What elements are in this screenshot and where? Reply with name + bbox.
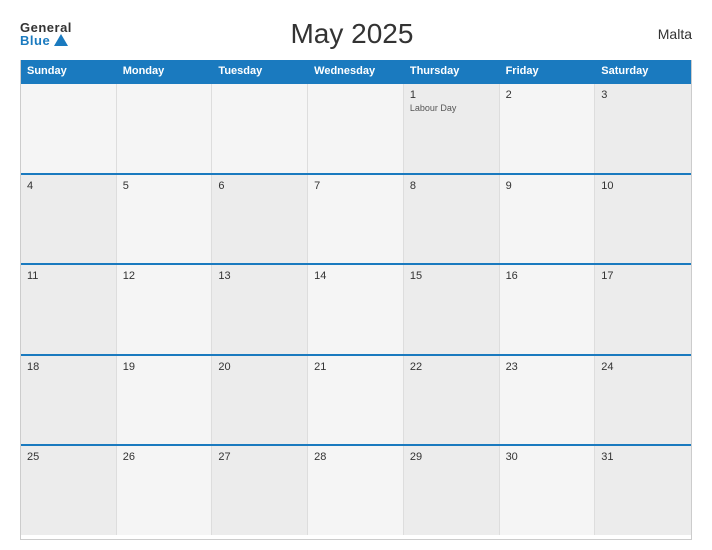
calendar-cell-w2-d7: 10 (595, 175, 691, 264)
calendar-cell-w1-d1 (21, 84, 117, 173)
calendar-cell-w4-d1: 18 (21, 356, 117, 445)
cell-day-number: 13 (218, 270, 301, 282)
calendar-cell-w1-d6: 2 (500, 84, 596, 173)
calendar-body: 1 Labour Day 23 4 56 7 8 9 10 11 12 13 14 15 16 17 18 19 2… (21, 82, 691, 535)
cell-day-number: 18 (27, 361, 110, 373)
cell-day-number: 7 (314, 180, 397, 192)
header-thursday: Thursday (404, 60, 500, 82)
calendar-week-3: 11 12 13 14 15 16 17 (21, 263, 691, 354)
cell-day-number: 27 (218, 451, 301, 463)
cell-day-number: 30 (506, 451, 589, 463)
cell-day-number: 10 (601, 180, 685, 192)
calendar-header: Sunday Monday Tuesday Wednesday Thursday… (21, 60, 691, 82)
cell-day-number: 14 (314, 270, 397, 282)
calendar-cell-w1-d2 (117, 84, 213, 173)
cell-day-number: 2 (506, 89, 589, 101)
calendar-cell-w3-d5: 15 (404, 265, 500, 354)
calendar-week-4: 18 19 20 21 22 23 24 (21, 354, 691, 445)
cell-day-number: 12 (123, 270, 206, 282)
cell-day-number: 3 (601, 89, 685, 101)
calendar-cell-w3-d6: 16 (500, 265, 596, 354)
calendar-cell-w1-d4 (308, 84, 404, 173)
calendar-cell-w1-d5: 1 Labour Day (404, 84, 500, 173)
calendar-cell-w5-d5: 29 (404, 446, 500, 535)
logo: General Blue (20, 21, 72, 47)
cell-day-number: 21 (314, 361, 397, 373)
header-sunday: Sunday (21, 60, 117, 82)
calendar-week-5: 25 26 27 28 29 30 31 (21, 444, 691, 535)
calendar-cell-w3-d4: 14 (308, 265, 404, 354)
cell-day-number: 8 (410, 180, 493, 192)
calendar-cell-w4-d5: 22 (404, 356, 500, 445)
calendar-week-1: 1 Labour Day 23 (21, 82, 691, 173)
calendar-cell-w2-d4: 7 (308, 175, 404, 264)
cell-day-number: 15 (410, 270, 493, 282)
cell-day-number: 20 (218, 361, 301, 373)
cell-day-number: 25 (27, 451, 110, 463)
calendar-cell-w4-d7: 24 (595, 356, 691, 445)
calendar-cell-w5-d4: 28 (308, 446, 404, 535)
calendar-cell-w2-d3: 6 (212, 175, 308, 264)
cell-day-number: 6 (218, 180, 301, 192)
calendar-cell-w5-d7: 31 (595, 446, 691, 535)
calendar-cell-w5-d2: 26 (117, 446, 213, 535)
cell-day-number: 24 (601, 361, 685, 373)
cell-day-number: 23 (506, 361, 589, 373)
page-header: General Blue May 2025 Malta (20, 18, 692, 50)
cell-day-number: 31 (601, 451, 685, 463)
cell-day-number: 19 (123, 361, 206, 373)
header-tuesday: Tuesday (212, 60, 308, 82)
header-friday: Friday (500, 60, 596, 82)
calendar-grid: Sunday Monday Tuesday Wednesday Thursday… (20, 60, 692, 540)
calendar-cell-w2-d6: 9 (500, 175, 596, 264)
calendar-cell-w5-d6: 30 (500, 446, 596, 535)
calendar-page: General Blue May 2025 Malta Sunday Monda… (0, 0, 712, 550)
cell-event-label: Labour Day (410, 103, 493, 113)
calendar-cell-w2-d2: 5 (117, 175, 213, 264)
cell-day-number: 11 (27, 270, 110, 282)
calendar-cell-w3-d2: 12 (117, 265, 213, 354)
header-monday: Monday (117, 60, 213, 82)
cell-day-number: 17 (601, 270, 685, 282)
cell-day-number: 1 (410, 89, 493, 101)
logo-triangle-icon (54, 34, 68, 46)
cell-day-number: 26 (123, 451, 206, 463)
logo-blue-text: Blue (20, 34, 50, 47)
cell-day-number: 9 (506, 180, 589, 192)
header-saturday: Saturday (595, 60, 691, 82)
calendar-week-2: 4 56 7 8 9 10 (21, 173, 691, 264)
calendar-cell-w4-d4: 21 (308, 356, 404, 445)
cell-day-number: 29 (410, 451, 493, 463)
cell-day-number: 4 (27, 180, 110, 192)
header-wednesday: Wednesday (308, 60, 404, 82)
calendar-cell-w2-d5: 8 (404, 175, 500, 264)
page-title: May 2025 (72, 18, 632, 50)
calendar-cell-w1-d3 (212, 84, 308, 173)
calendar-cell-w1-d7: 3 (595, 84, 691, 173)
cell-day-number: 22 (410, 361, 493, 373)
calendar-cell-w4-d2: 19 (117, 356, 213, 445)
calendar-cell-w3-d7: 17 (595, 265, 691, 354)
calendar-cell-w5-d3: 27 (212, 446, 308, 535)
calendar-cell-w4-d3: 20 (212, 356, 308, 445)
calendar-cell-w5-d1: 25 (21, 446, 117, 535)
calendar-cell-w3-d3: 13 (212, 265, 308, 354)
calendar-cell-w4-d6: 23 (500, 356, 596, 445)
cell-day-number: 28 (314, 451, 397, 463)
country-label: Malta (632, 26, 692, 42)
calendar-cell-w3-d1: 11 (21, 265, 117, 354)
logo-blue-row: Blue (20, 34, 68, 47)
cell-day-number: 5 (123, 180, 206, 192)
cell-day-number: 16 (506, 270, 589, 282)
calendar-cell-w2-d1: 4 (21, 175, 117, 264)
